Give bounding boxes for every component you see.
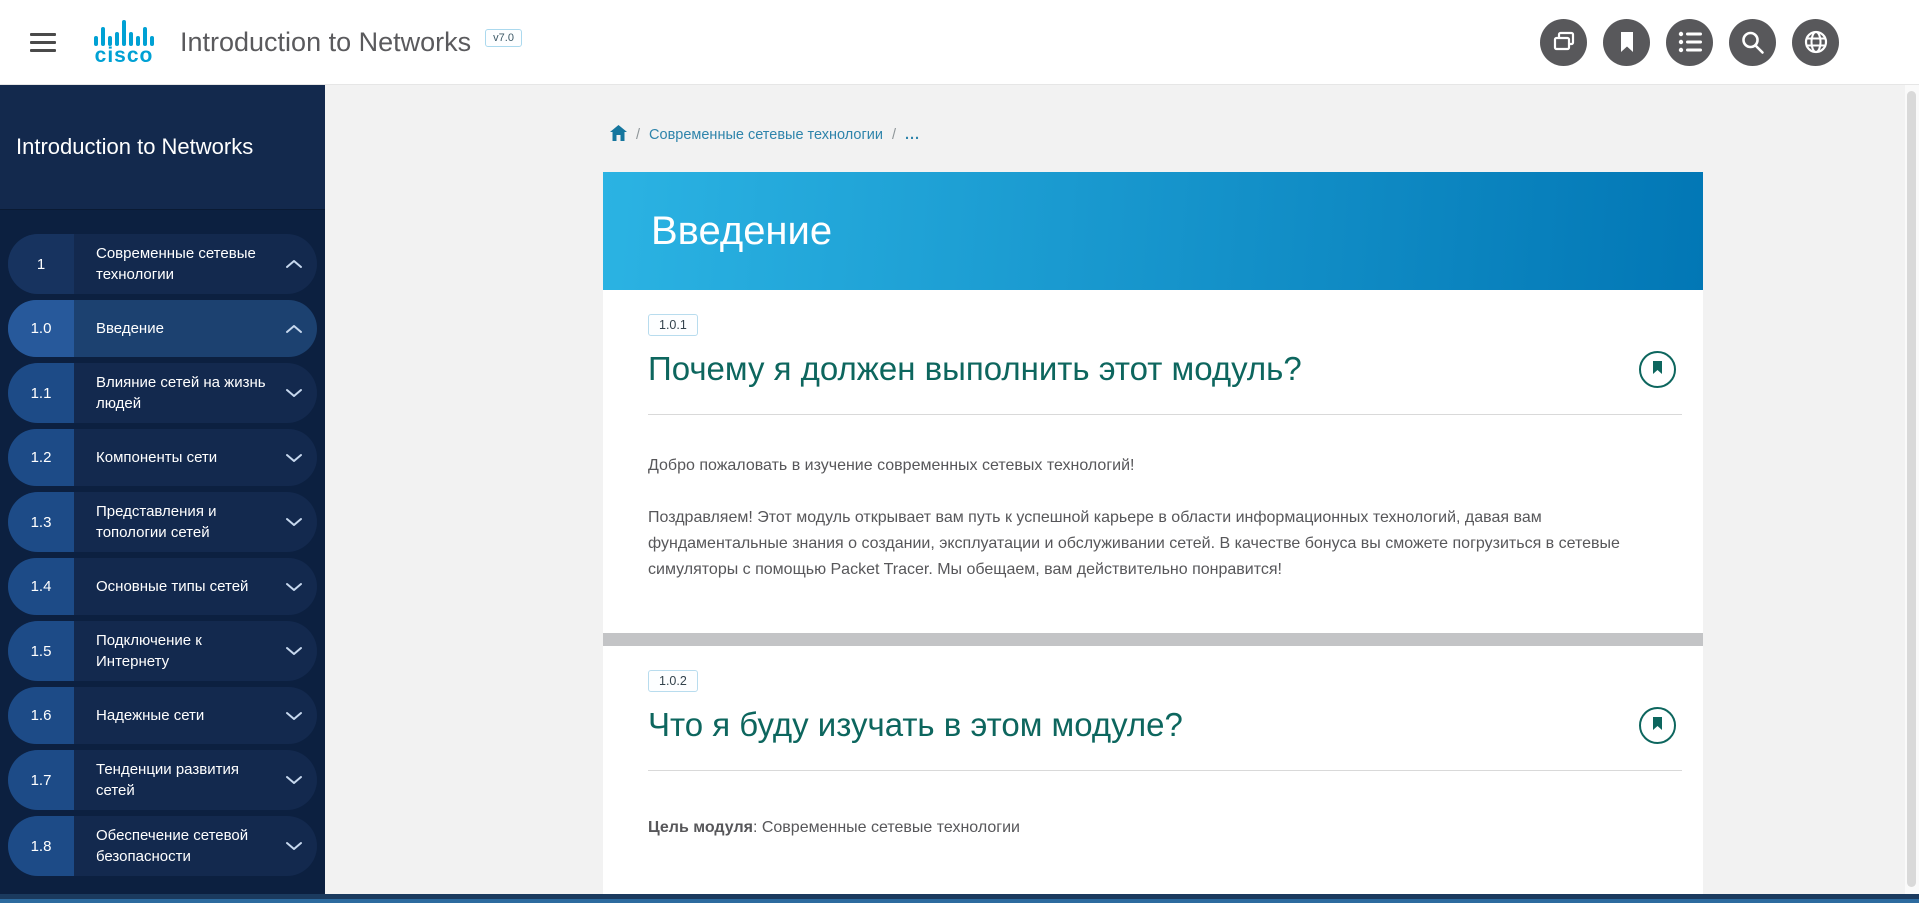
item-number: 1.1	[8, 363, 74, 423]
pages-button[interactable]	[1540, 19, 1587, 66]
scrollbar-thumb[interactable]	[1907, 91, 1916, 887]
item-label: Основные типы сетей	[74, 558, 271, 615]
language-button[interactable]	[1792, 19, 1839, 66]
module-goal-label: Цель модуля	[648, 819, 753, 836]
item-label: Надежные сети	[74, 687, 271, 744]
paragraph: Поздравляем! Этот модуль открывает вам п…	[648, 505, 1682, 583]
item-number: 1.2	[8, 429, 74, 486]
chevron-up-icon	[271, 300, 317, 357]
module-nav: 1 Современные сетевые технологии 1.0 Вве…	[0, 210, 325, 876]
pages-icon	[1551, 29, 1577, 55]
section-1-0-1: 1.0.1 Почему я должен выполнить этот мод…	[603, 290, 1703, 633]
item-number: 1.0	[8, 300, 74, 357]
app-header: cisco Introduction to Networks v7.0	[0, 0, 1919, 85]
item-label: Влияние сетей на жизнь людей	[74, 363, 271, 423]
paragraph: Добро пожаловать в изучение современных …	[648, 453, 1682, 479]
search-icon	[1740, 30, 1765, 55]
item-number: 1.5	[8, 621, 74, 681]
item-label: Компоненты сети	[74, 429, 271, 486]
chevron-down-icon	[271, 621, 317, 681]
chevron-down-icon	[271, 429, 317, 486]
chevron-down-icon	[271, 492, 317, 552]
home-icon	[610, 129, 627, 145]
vertical-scrollbar	[1905, 85, 1919, 903]
home-link[interactable]	[610, 125, 627, 145]
course-title: Introduction to Networks	[180, 27, 471, 58]
sidebar-item-1[interactable]: 1 Современные сетевые технологии	[8, 234, 317, 294]
bookmarks-button[interactable]	[1603, 19, 1650, 66]
course-sidebar: Introduction to Networks 1 Современные с…	[0, 85, 325, 903]
sidebar-item-1-4[interactable]: 1.4 Основные типы сетей	[8, 558, 317, 615]
bookmark-icon	[1652, 717, 1663, 734]
item-label: Современные сетевые технологии	[74, 234, 271, 294]
module-goal-value: : Современные сетевые технологии	[753, 819, 1020, 836]
search-button[interactable]	[1729, 19, 1776, 66]
breadcrumb-module-link[interactable]: Современные сетевые технологии	[649, 127, 883, 143]
sidebar-item-1-7[interactable]: 1.7 Тенденции развития сетей	[8, 750, 317, 810]
sidebar-item-1-8[interactable]: 1.8 Обеспечение сетевой безопасности	[8, 816, 317, 876]
breadcrumb-separator: /	[892, 127, 896, 143]
bookmark-icon	[1616, 30, 1638, 54]
version-badge: v7.0	[485, 29, 522, 47]
sidebar-item-1-3[interactable]: 1.3 Представления и топологии сетей	[8, 492, 317, 552]
list-icon	[1677, 30, 1703, 54]
chevron-down-icon	[271, 558, 317, 615]
breadcrumb: / Современные сетевые технологии / ...	[610, 125, 920, 145]
breadcrumb-ellipsis-link[interactable]: ...	[905, 127, 920, 143]
sidebar-header: Introduction to Networks	[0, 85, 325, 210]
section-1-0-2: 1.0.2 Что я буду изучать в этом модуле? …	[603, 646, 1703, 841]
sidebar-item-1-0[interactable]: 1.0 Введение	[8, 300, 317, 357]
hamburger-menu-icon[interactable]	[30, 28, 56, 57]
breadcrumb-separator: /	[636, 127, 640, 143]
globe-icon	[1803, 29, 1829, 55]
item-number: 1	[8, 234, 74, 294]
item-label: Подключение к Интернету	[74, 621, 271, 681]
contents-button[interactable]	[1666, 19, 1713, 66]
item-number: 1.3	[8, 492, 74, 552]
heading-divider	[648, 414, 1682, 415]
bookmark-section-button[interactable]	[1639, 351, 1676, 388]
cisco-logo: cisco	[94, 19, 154, 66]
sidebar-item-1-1[interactable]: 1.1 Влияние сетей на жизнь людей	[8, 363, 317, 423]
section-number-badge: 1.0.1	[648, 314, 698, 336]
item-number: 1.7	[8, 750, 74, 810]
chevron-down-icon	[271, 687, 317, 744]
bottom-bar	[0, 894, 1919, 903]
section-divider	[603, 633, 1703, 646]
item-label: Представления и топологии сетей	[74, 492, 271, 552]
cisco-logo-text: cisco	[95, 46, 154, 66]
content-card: Введение 1.0.1 Почему я должен выполнить…	[603, 172, 1703, 903]
item-number: 1.8	[8, 816, 74, 876]
heading-divider	[648, 770, 1682, 771]
section-number-badge: 1.0.2	[648, 670, 698, 692]
item-number: 1.6	[8, 687, 74, 744]
section-heading: Что я буду изучать в этом модуле?	[648, 706, 1183, 744]
module-banner: Введение	[603, 172, 1703, 290]
chevron-up-icon	[271, 234, 317, 294]
main-content-area: / Современные сетевые технологии / ... В…	[325, 85, 1905, 903]
banner-title: Введение	[651, 209, 832, 254]
section-heading: Почему я должен выполнить этот модуль?	[648, 350, 1302, 388]
sidebar-item-1-5[interactable]: 1.5 Подключение к Интернету	[8, 621, 317, 681]
bookmark-section-button[interactable]	[1639, 707, 1676, 744]
module-goal: Цель модуля: Современные сетевые техноло…	[648, 815, 1682, 841]
header-actions	[1540, 19, 1839, 66]
sidebar-course-title: Introduction to Networks	[16, 134, 253, 160]
item-label: Тенденции развития сетей	[74, 750, 271, 810]
item-number: 1.4	[8, 558, 74, 615]
item-label: Введение	[74, 300, 271, 357]
sidebar-item-1-6[interactable]: 1.6 Надежные сети	[8, 687, 317, 744]
sidebar-item-1-2[interactable]: 1.2 Компоненты сети	[8, 429, 317, 486]
item-label: Обеспечение сетевой безопасности	[74, 816, 271, 876]
chevron-down-icon	[271, 363, 317, 423]
chevron-down-icon	[271, 816, 317, 876]
chevron-down-icon	[271, 750, 317, 810]
bookmark-icon	[1652, 361, 1663, 378]
cisco-logo-bars-icon	[94, 19, 154, 46]
